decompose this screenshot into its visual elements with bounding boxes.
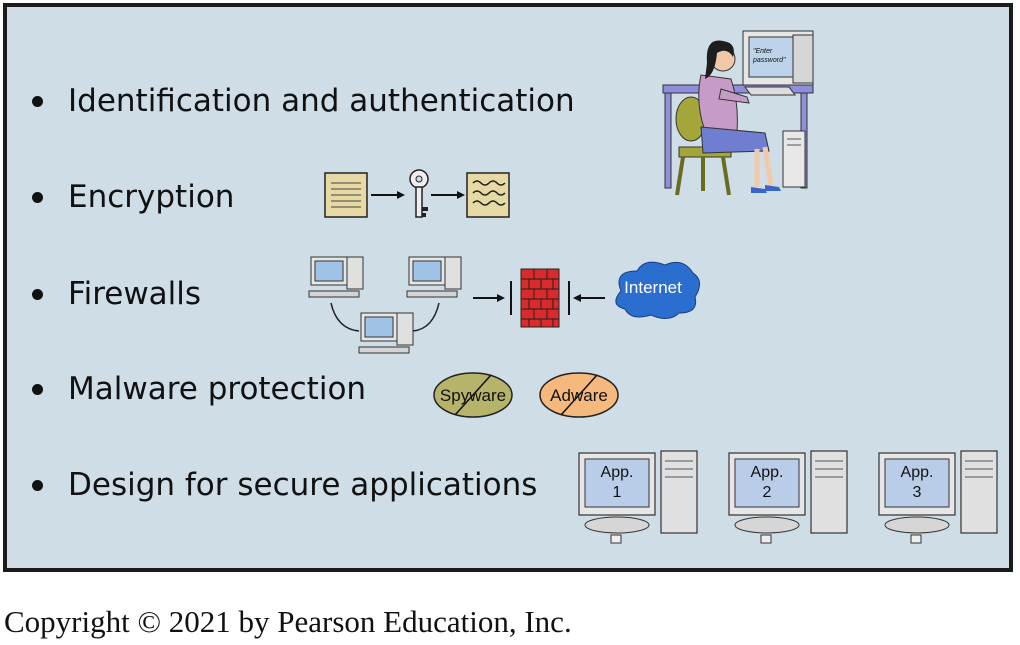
app-label-line2: 3	[913, 484, 922, 501]
bullet-label: Identification and authentication	[68, 83, 575, 119]
app-computer-1-icon: App. 1	[578, 450, 698, 544]
bullet-encryption: Encryption	[32, 179, 234, 215]
computer-icon	[406, 256, 462, 298]
bullet-dot	[32, 288, 43, 300]
bullet-dot	[32, 191, 43, 203]
arrow-right-icon	[371, 191, 405, 199]
arrow-right-icon	[431, 191, 465, 199]
app-label-line1: App.	[601, 464, 634, 481]
security-panel: Identification and authentication Encryp…	[3, 3, 1013, 572]
firewall-icon	[520, 268, 560, 328]
key-icon	[409, 169, 429, 218]
app-label-line2: 1	[613, 484, 622, 501]
bullet-secure-design: Design for secure applications	[32, 467, 537, 503]
bullet-label: Encryption	[68, 179, 235, 215]
bullet-label: Firewalls	[68, 276, 202, 312]
app-label-line2: 2	[763, 484, 772, 501]
firewall-illustration: Internet	[308, 256, 700, 354]
encryption-illustration	[324, 169, 510, 218]
app-computer-2-icon: App. 2	[728, 450, 848, 544]
arrow-right-icon	[473, 294, 505, 302]
bullet-dot	[32, 95, 43, 107]
bullet-malware: Malware protection	[32, 371, 366, 407]
bullet-dot	[32, 479, 43, 491]
internet-cloud-icon: Internet	[615, 261, 700, 319]
plaintext-document-icon	[324, 172, 368, 218]
arrow-left-icon	[573, 294, 605, 302]
adware-blocked-icon: Adware	[539, 372, 619, 418]
bullet-firewalls: Firewalls	[32, 276, 201, 312]
malware-protection-illustration: Spyware Adware	[433, 372, 619, 418]
internet-label: Internet	[624, 278, 682, 297]
spyware-blocked-icon: Spyware	[433, 372, 513, 418]
copyright-footer: Copyright © 2021 by Pearson Education, I…	[4, 604, 572, 639]
computer-icon	[358, 312, 414, 354]
secure-applications-illustration: App. 1 App. 2 App. 3	[578, 450, 998, 544]
app-label-line1: App.	[901, 464, 934, 481]
computer-icon	[308, 256, 364, 298]
bullet-dot	[32, 383, 43, 395]
app-computer-3-icon: App. 3	[878, 450, 998, 544]
bullet-identification: Identification and authentication	[32, 83, 575, 119]
bullet-label: Malware protection	[68, 371, 367, 407]
ciphertext-document-icon	[466, 172, 510, 218]
bullet-label: Design for secure applications	[68, 467, 538, 503]
app-label-line1: App.	[751, 464, 784, 481]
user-login-illustration: "Enter password"	[662, 30, 814, 196]
